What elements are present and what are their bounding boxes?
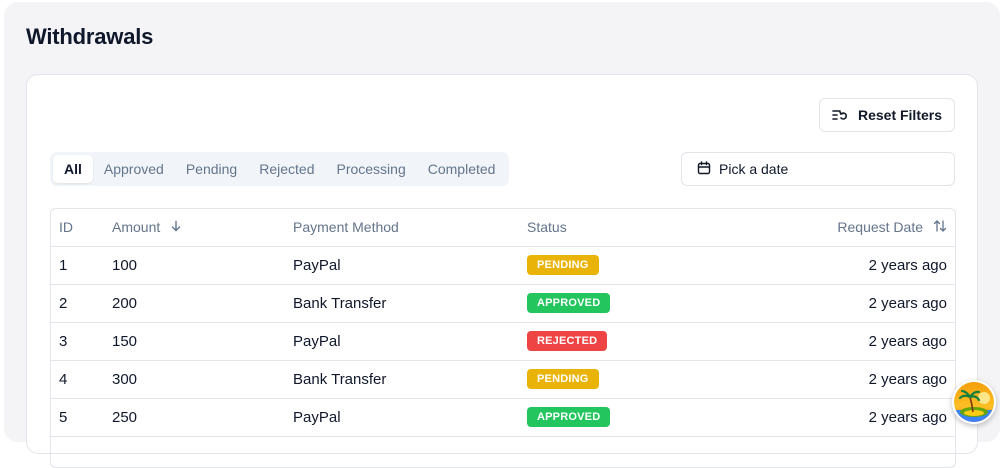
status-badge: REJECTED: [527, 331, 608, 351]
status-badge: PENDING: [527, 255, 599, 275]
column-header-status: Status: [527, 209, 727, 247]
table-row[interactable]: 3 150 PayPal REJECTED 2 years ago: [51, 322, 955, 361]
tab-all[interactable]: All: [53, 155, 93, 183]
reset-filters-button[interactable]: Reset Filters: [819, 98, 955, 132]
cell-id: 4: [51, 360, 112, 399]
tab-pending[interactable]: Pending: [175, 155, 248, 183]
date-picker-button[interactable]: Pick a date: [681, 152, 955, 186]
cell-id: 1: [51, 246, 112, 285]
withdrawals-table: ID Amount Payment Method Status Request …: [50, 208, 956, 468]
cell-payment-method: Bank Transfer: [293, 360, 527, 399]
cell-request-date: 2 years ago: [727, 398, 955, 437]
column-header-payment-method: Payment Method: [293, 209, 527, 247]
sort-arrows-icon[interactable]: [933, 219, 947, 236]
table-row[interactable]: 1 100 PayPal PENDING 2 years ago: [51, 246, 955, 285]
cell-amount: 250: [112, 398, 293, 437]
column-header-id: ID: [51, 209, 112, 247]
cell-request-date: 2 years ago: [727, 322, 955, 361]
filter-reset-icon: [832, 108, 848, 122]
table-header-row: ID Amount Payment Method Status Request …: [51, 209, 955, 247]
tab-completed[interactable]: Completed: [417, 155, 507, 183]
tab-processing[interactable]: Processing: [325, 155, 416, 183]
cell-id: 5: [51, 398, 112, 437]
column-header-request-date-label: Request Date: [837, 219, 923, 236]
cell-request-date: 2 years ago: [727, 246, 955, 285]
island-avatar-icon[interactable]: [952, 380, 996, 424]
status-badge: APPROVED: [527, 407, 611, 427]
status-badge: PENDING: [527, 369, 599, 389]
cell-amount: 300: [112, 360, 293, 399]
table-row[interactable]: 4 300 Bank Transfer PENDING 2 years ago: [51, 360, 955, 399]
table-row[interactable]: 5 250 PayPal APPROVED 2 years ago: [51, 398, 955, 437]
date-picker-placeholder: Pick a date: [719, 161, 789, 177]
reset-filters-label: Reset Filters: [857, 107, 943, 123]
tab-approved[interactable]: Approved: [93, 155, 175, 183]
column-header-amount[interactable]: Amount: [112, 209, 293, 247]
cell-payment-method: PayPal: [293, 246, 527, 285]
column-header-request-date[interactable]: Request Date: [727, 209, 955, 247]
status-badge: APPROVED: [527, 293, 611, 313]
cell-payment-method: Bank Transfer: [293, 284, 527, 323]
withdrawals-card: Reset Filters All Approved Pending Rejec…: [26, 74, 978, 468]
calendar-icon: [697, 160, 711, 178]
cell-request-date: 2 years ago: [727, 284, 955, 323]
cell-amount: 100: [112, 246, 293, 285]
cell-id: 3: [51, 322, 112, 361]
tab-rejected[interactable]: Rejected: [248, 155, 325, 183]
page-title: Withdrawals: [26, 24, 154, 49]
cell-amount: 200: [112, 284, 293, 323]
table-row[interactable]: 2 200 Bank Transfer APPROVED 2 years ago: [51, 284, 955, 323]
cell-amount: 150: [112, 322, 293, 361]
cell-payment-method: PayPal: [293, 398, 527, 437]
page-background: Withdrawals Reset Filters All Approved P…: [4, 2, 1000, 468]
cell-payment-method: PayPal: [293, 322, 527, 361]
status-tabs: All Approved Pending Rejected Processing…: [50, 152, 510, 186]
cell-id: 2: [51, 284, 112, 323]
column-header-amount-label: Amount: [112, 219, 161, 236]
arrow-down-icon[interactable]: [170, 219, 182, 235]
cell-request-date: 2 years ago: [727, 360, 955, 399]
